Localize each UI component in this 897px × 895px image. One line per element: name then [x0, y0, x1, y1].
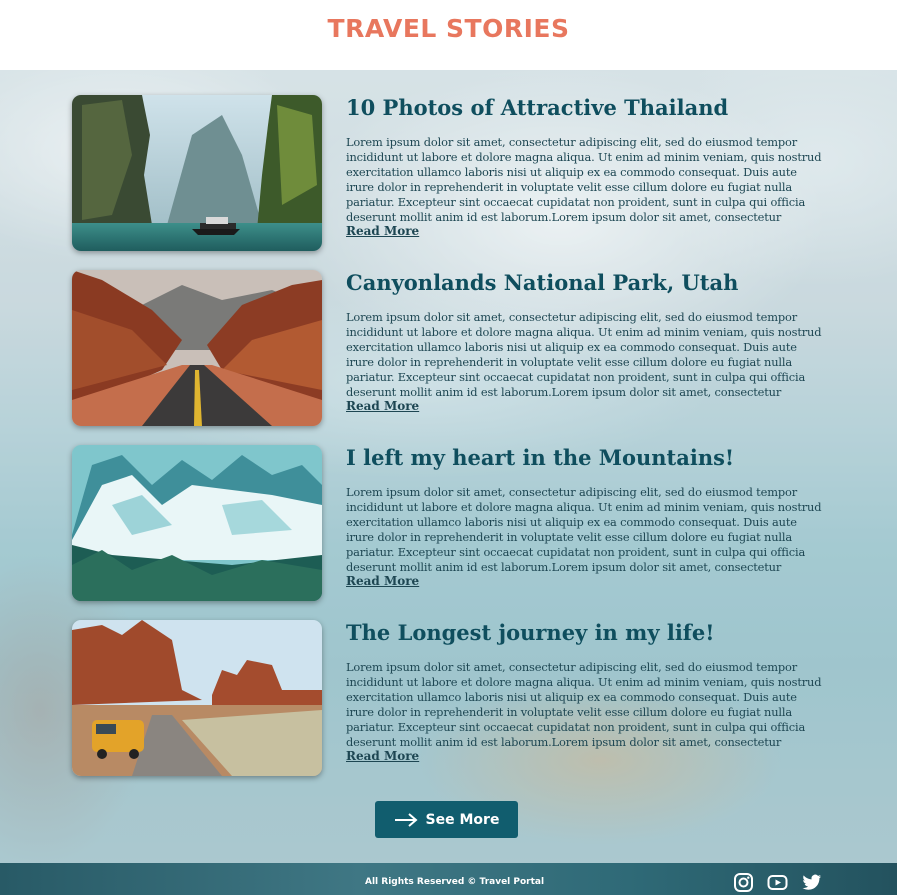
post-title[interactable]: I left my heart in the Mountains!: [346, 445, 734, 470]
canyon-photo: [72, 270, 322, 426]
page-title: TRAVEL STORIES: [327, 13, 570, 43]
social-links: [733, 872, 822, 893]
post-title[interactable]: 10 Photos of Attractive Thailand: [346, 95, 728, 120]
site-footer: All Rights Reserved © Travel Portal: [0, 863, 897, 895]
instagram-icon[interactable]: [733, 872, 754, 893]
arrow-right-icon: [394, 812, 418, 827]
read-more-link[interactable]: Read More: [346, 574, 419, 588]
read-more-link[interactable]: Read More: [346, 399, 419, 413]
post-excerpt: Lorem ipsum dolor sit amet, consectetur …: [346, 135, 822, 224]
site-header: TRAVEL STORIES: [0, 0, 897, 70]
post-image-mountains[interactable]: [72, 445, 322, 601]
desert-photo: [72, 620, 322, 776]
youtube-icon[interactable]: [767, 872, 788, 893]
twitter-icon[interactable]: [801, 872, 822, 893]
post-title[interactable]: The Longest journey in my life!: [346, 620, 714, 645]
post-card: 10 Photos of Attractive Thailand Lorem i…: [72, 95, 832, 252]
post-excerpt: Lorem ipsum dolor sit amet, consectetur …: [346, 660, 822, 749]
post-excerpt: Lorem ipsum dolor sit amet, consectetur …: [346, 485, 822, 574]
thailand-photo: [72, 95, 322, 251]
read-more-link[interactable]: Read More: [346, 224, 419, 238]
post-card: Canyonlands National Park, Utah Lorem ip…: [72, 270, 832, 427]
copyright-text: All Rights Reserved © Travel Portal: [365, 877, 545, 887]
see-more-button[interactable]: See More: [375, 801, 518, 838]
read-more-link[interactable]: Read More: [346, 749, 419, 763]
post-image-canyon[interactable]: [72, 270, 322, 426]
main-content: 10 Photos of Attractive Thailand Lorem i…: [0, 70, 897, 863]
post-title[interactable]: Canyonlands National Park, Utah: [346, 270, 738, 295]
post-excerpt: Lorem ipsum dolor sit amet, consectetur …: [346, 310, 822, 399]
post-image-desert[interactable]: [72, 620, 322, 776]
mountains-photo: [72, 445, 322, 601]
post-card: I left my heart in the Mountains! Lorem …: [72, 445, 832, 602]
see-more-label: See More: [425, 811, 500, 828]
post-image-thailand[interactable]: [72, 95, 322, 251]
post-card: The Longest journey in my life! Lorem ip…: [72, 620, 832, 777]
